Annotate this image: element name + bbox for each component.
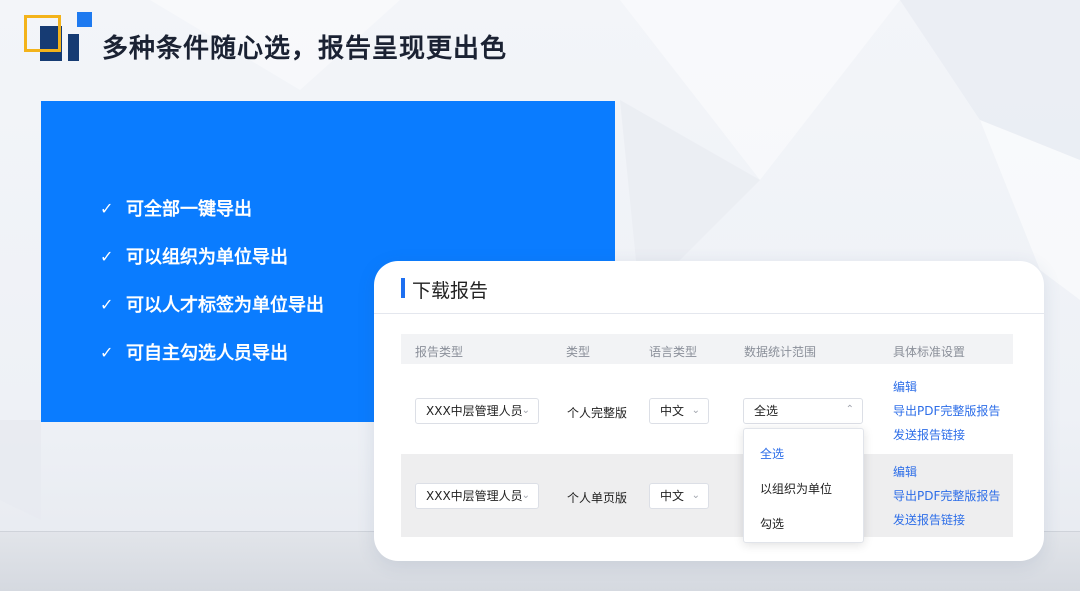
brand-logo: [24, 12, 94, 64]
table-header: 报告类型 类型 语言类型 数据统计范围 具体标准设置: [401, 334, 1013, 364]
feature-item: ✓ 可以人才标签为单位导出: [100, 280, 324, 328]
dropdown-option-by-org[interactable]: 以组织为单位: [760, 480, 832, 497]
column-header-type: 类型: [566, 345, 591, 359]
table-row: XXX中层管理人员 ⌄ 个人单页版 中文 ⌄ 编辑 导出PDF完整版报告 发送报…: [401, 454, 1013, 537]
feature-item: ✓ 可自主勾选人员导出: [100, 328, 324, 376]
chevron-down-icon: ⌄: [521, 490, 530, 501]
edit-link[interactable]: 编辑: [893, 378, 1000, 402]
download-report-card: 下载报告 报告类型 类型 语言类型 数据统计范围 具体标准设置 XXX中层管理人…: [374, 261, 1044, 561]
chevron-down-icon: ⌄: [521, 405, 530, 416]
dropdown-option-check[interactable]: 勾选: [760, 515, 784, 532]
table-row: XXX中层管理人员 ⌄ 个人完整版 中文 ⌄ 全选 ⌃ 编辑 导出PDF完整版报…: [401, 368, 1013, 454]
column-header-language: 语言类型: [649, 345, 698, 359]
column-header-report-type: 报告类型: [415, 345, 464, 359]
range-select[interactable]: 全选 ⌃: [743, 398, 863, 424]
row-actions: 编辑 导出PDF完整版报告 发送报告链接: [893, 463, 1000, 535]
check-icon: ✓: [100, 342, 114, 362]
dropdown-option-all[interactable]: 全选: [760, 445, 784, 462]
card-title: 下载报告: [412, 280, 489, 302]
type-cell: 个人完整版: [567, 406, 628, 420]
language-select[interactable]: 中文 ⌄: [649, 398, 709, 424]
chevron-down-icon: ⌄: [691, 490, 700, 501]
type-cell: 个人单页版: [567, 491, 628, 505]
language-select[interactable]: 中文 ⌄: [649, 483, 709, 509]
page-title: 多种条件随心选，报告呈现更出色: [102, 34, 508, 64]
check-icon: ✓: [100, 246, 114, 266]
feature-label: 可全部一键导出: [126, 199, 252, 220]
title-accent-bar: [401, 278, 405, 298]
chevron-up-icon: ⌃: [845, 404, 854, 415]
send-link-link[interactable]: 发送报告链接: [893, 511, 1000, 535]
feature-item: ✓ 可全部一键导出: [100, 184, 324, 232]
feature-list: ✓ 可全部一键导出 ✓ 可以组织为单位导出 ✓ 可以人才标签为单位导出 ✓ 可自…: [100, 184, 324, 376]
send-link-link[interactable]: 发送报告链接: [893, 426, 1000, 450]
report-type-select[interactable]: XXX中层管理人员 ⌄: [415, 483, 539, 509]
range-dropdown-menu: 全选 以组织为单位 勾选: [743, 428, 864, 543]
card-header: 下载报告: [374, 261, 1044, 314]
feature-label: 可自主勾选人员导出: [126, 343, 288, 364]
feature-item: ✓ 可以组织为单位导出: [100, 232, 324, 280]
feature-label: 可以组织为单位导出: [126, 247, 288, 268]
chevron-down-icon: ⌄: [691, 405, 700, 416]
column-header-range: 数据统计范围: [744, 345, 817, 359]
export-pdf-link[interactable]: 导出PDF完整版报告: [893, 487, 1000, 511]
check-icon: ✓: [100, 294, 114, 314]
row-actions: 编辑 导出PDF完整版报告 发送报告链接: [893, 378, 1000, 450]
feature-label: 可以人才标签为单位导出: [126, 295, 324, 316]
check-icon: ✓: [100, 198, 114, 218]
report-type-select[interactable]: XXX中层管理人员 ⌄: [415, 398, 539, 424]
export-pdf-link[interactable]: 导出PDF完整版报告: [893, 402, 1000, 426]
column-header-settings: 具体标准设置: [893, 345, 966, 359]
edit-link[interactable]: 编辑: [893, 463, 1000, 487]
